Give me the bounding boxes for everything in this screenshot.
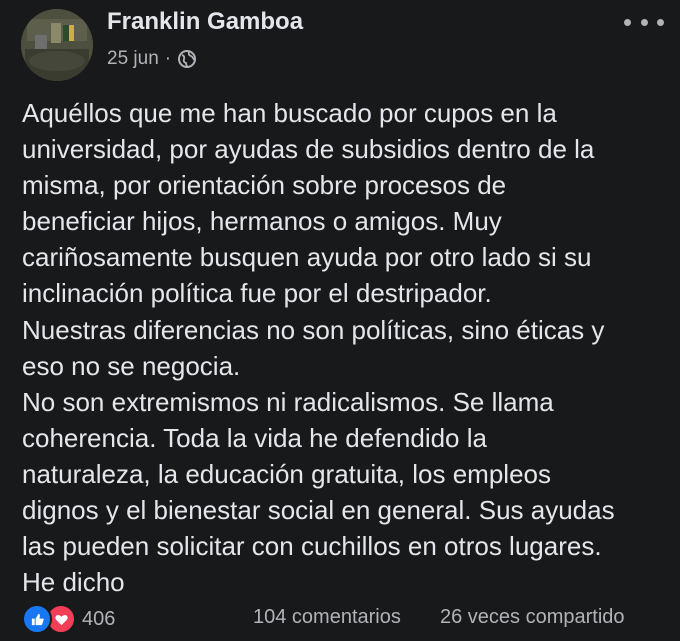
reactions-summary[interactable]: 406 xyxy=(22,604,115,634)
avatar-photo xyxy=(21,9,93,81)
body-line: coherencia. Toda la vida he defendido la xyxy=(22,422,487,453)
more-options-icon[interactable] xyxy=(624,16,664,28)
facebook-post: Franklin Gamboa 25 jun · Aquéllos que me… xyxy=(0,0,680,641)
body-line: eso no se negocia. xyxy=(22,350,241,381)
dot-2 xyxy=(640,18,648,26)
shares-count-link[interactable]: 26 veces compartido xyxy=(440,606,625,629)
dot-1 xyxy=(624,18,631,26)
like-icon xyxy=(22,604,52,634)
globe-icon[interactable] xyxy=(177,49,197,69)
body-line: He dicho xyxy=(22,567,125,598)
body-line: inclinación política fue por el destripa… xyxy=(22,278,492,309)
body-line: misma, por orientación sobre procesos de xyxy=(22,170,507,201)
meta-separator: · xyxy=(164,48,172,69)
body-line: universidad, por ayudas de subsidios den… xyxy=(22,134,595,165)
post-body: Aquéllos que me han buscado por cupos en… xyxy=(22,95,672,600)
body-line: naturaleza, la educación gratuita, los e… xyxy=(22,458,551,489)
dot-3 xyxy=(657,18,664,26)
body-line: No son extremismos ni radicalismos. Se l… xyxy=(22,386,554,417)
comments-count-link[interactable]: 104 comentarios xyxy=(253,606,401,629)
post-footer: 406 104 comentarios 26 veces compartido xyxy=(0,604,680,636)
post-date[interactable]: 25 jun xyxy=(107,48,159,70)
post-meta: 25 jun · xyxy=(107,48,197,70)
author-avatar[interactable] xyxy=(21,9,93,81)
body-line: Nuestras diferencias no son políticas, s… xyxy=(22,314,605,345)
body-line: cariñosamente busquen ayuda por otro lad… xyxy=(22,242,592,273)
body-line: las pueden solicitar con cuchillos en ot… xyxy=(22,531,602,562)
author-name[interactable]: Franklin Gamboa xyxy=(107,8,303,36)
body-line: Aquéllos que me han buscado por cupos en… xyxy=(22,98,557,128)
body-line: beneficiar hijos, hermanos o amigos. Muy xyxy=(22,206,502,237)
body-line: dignos y el bienestar social en general.… xyxy=(22,495,615,526)
reactions-count: 406 xyxy=(82,607,116,630)
